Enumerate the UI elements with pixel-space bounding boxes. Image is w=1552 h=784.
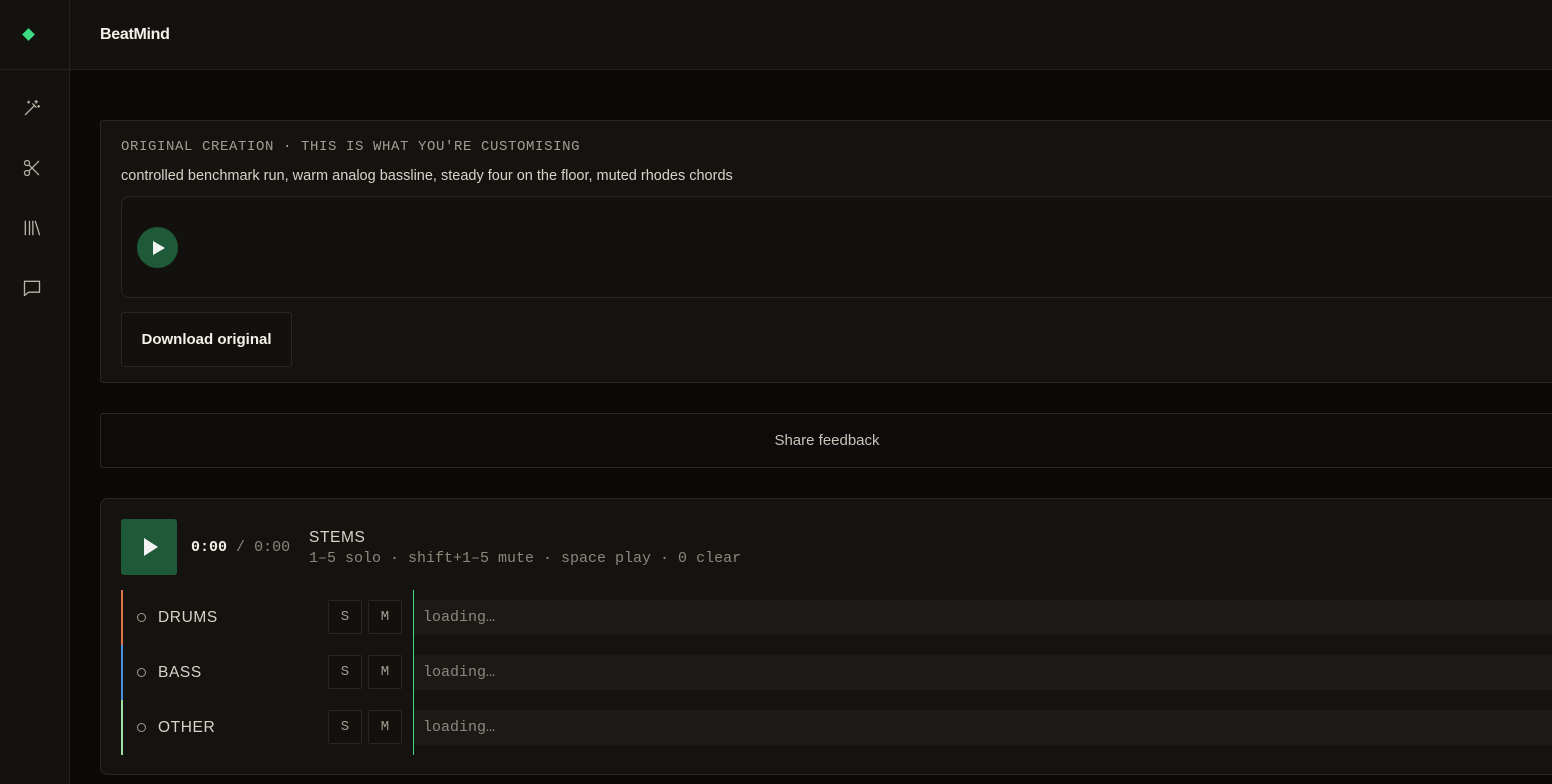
original-play-button[interactable] — [137, 227, 178, 268]
magic-wand-icon — [24, 99, 41, 116]
solo-button[interactable]: S — [328, 655, 362, 689]
keyboard-shortcuts-hint: 1–5 solo · shift+1–5 mute · space play ·… — [309, 550, 742, 567]
solo-button[interactable]: S — [328, 600, 362, 634]
library-icon — [24, 220, 41, 236]
track-name: BASS — [158, 664, 202, 681]
track-name: OTHER — [158, 719, 216, 736]
solo-button[interactable]: S — [328, 710, 362, 744]
original-creation-card: ORIGINAL CREATION · THIS IS WHAT YOU'RE … — [100, 120, 1552, 383]
time-display: 0:00 / 0:00 — [191, 539, 290, 556]
playhead[interactable] — [413, 590, 414, 755]
scissors-icon — [23, 159, 40, 177]
original-prompt: controlled benchmark run, warm analog ba… — [121, 168, 733, 184]
track-color-bar — [121, 645, 123, 700]
mute-button[interactable]: M — [368, 710, 402, 744]
time-separator: / — [236, 539, 246, 556]
play-icon — [144, 538, 158, 556]
sidebar — [0, 0, 70, 784]
track-status-dot — [137, 723, 146, 732]
track-row-drums: DRUMS S M loading… — [121, 590, 1552, 645]
nav-library[interactable] — [20, 216, 44, 240]
track-row-bass: BASS S M loading… — [121, 645, 1552, 700]
brand-name: BeatMind — [100, 26, 170, 43]
current-time: 0:00 — [191, 539, 228, 556]
logo[interactable] — [0, 0, 69, 70]
waveform-status: loading… — [423, 664, 496, 681]
logo-diamond-icon — [22, 28, 35, 41]
nav-chat[interactable] — [20, 276, 44, 300]
track-status-dot — [137, 613, 146, 622]
track-name: DRUMS — [158, 609, 218, 626]
track-status-dot — [137, 668, 146, 677]
stems-title: STEMS — [309, 529, 366, 546]
mute-button[interactable]: M — [368, 600, 402, 634]
track-waveform[interactable]: loading… — [413, 710, 1552, 745]
top-bar: BeatMind — [70, 0, 1552, 70]
audio-player — [121, 196, 1552, 298]
stems-play-button[interactable] — [121, 519, 177, 575]
duration: 0:00 — [254, 539, 291, 556]
nav-scissors[interactable] — [20, 156, 44, 180]
original-kicker: ORIGINAL CREATION · THIS IS WHAT YOU'RE … — [121, 139, 581, 155]
track-color-bar — [121, 700, 123, 755]
waveform-status: loading… — [423, 719, 496, 736]
nav-magic-wand[interactable] — [20, 96, 44, 120]
track-color-bar — [121, 590, 123, 645]
track-waveform[interactable]: loading… — [413, 600, 1552, 635]
chat-icon — [23, 280, 41, 297]
waveform-status: loading… — [423, 609, 496, 626]
mute-button[interactable]: M — [368, 655, 402, 689]
stems-card: 0:00 / 0:00 STEMS 1–5 solo · shift+1–5 m… — [100, 498, 1552, 775]
track-row-other: OTHER S M loading… — [121, 700, 1552, 755]
play-icon — [153, 240, 165, 255]
share-feedback-button[interactable]: Share feedback — [100, 413, 1552, 468]
download-original-button[interactable]: Download original — [121, 312, 292, 367]
track-waveform[interactable]: loading… — [413, 655, 1552, 690]
